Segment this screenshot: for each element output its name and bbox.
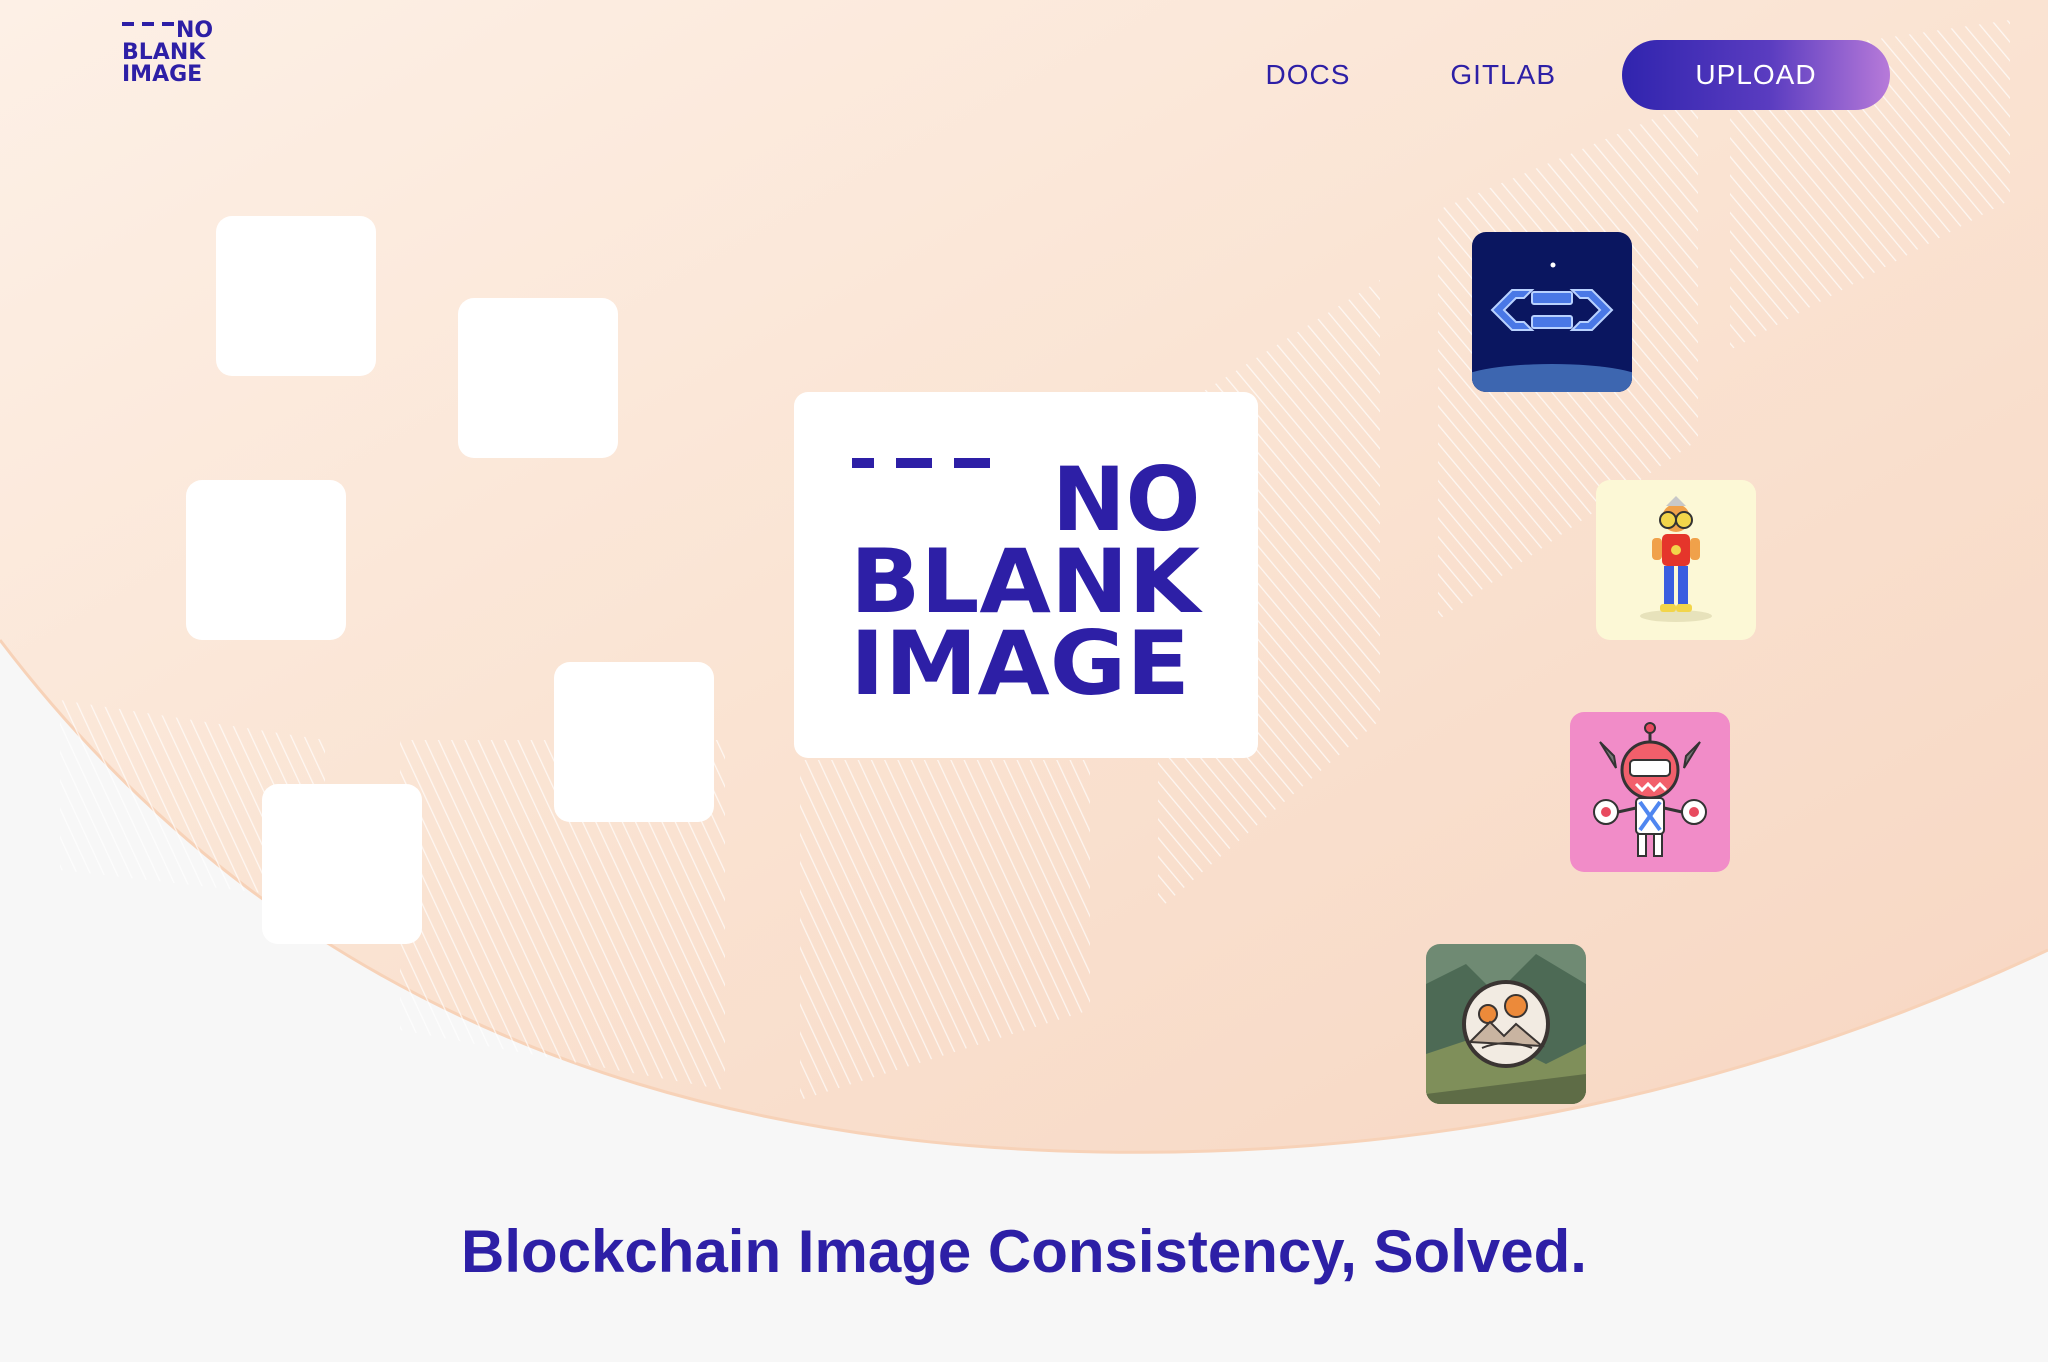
blank-tile: [216, 216, 376, 376]
nft-tile-csd[interactable]: [1472, 232, 1632, 392]
logo-word-image: IMAGE: [122, 62, 203, 87]
top-nav: DOCS GITLAB UPLOAD: [1266, 40, 1890, 110]
nft-tile-robot[interactable]: [1570, 712, 1730, 872]
header-logo[interactable]: NO BLANK IMAGE: [122, 20, 222, 86]
mountain-badge-icon: [1426, 944, 1586, 1104]
nav-docs-link[interactable]: DOCS: [1266, 59, 1351, 91]
landing-page: NO BLANK IMAGE DOCS GITLAB UPLOAD NO BLA…: [0, 0, 2048, 1362]
hero-tagline: Blockchain Image Consistency, Solved.: [461, 1218, 1587, 1285]
logo-word-blank: BLANK: [122, 40, 206, 65]
blank-tile: [262, 784, 422, 944]
chain-logo-icon: [1472, 232, 1632, 392]
character-icon: [1596, 480, 1756, 640]
blank-tile: [554, 662, 714, 822]
hero-logo-card: NO BLANK IMAGE: [794, 392, 1258, 758]
no-blank-image-logo: NO BLANK IMAGE: [850, 456, 1203, 696]
upload-button[interactable]: UPLOAD: [1622, 40, 1890, 110]
blank-tile: [186, 480, 346, 640]
blank-tile: [458, 298, 618, 458]
robot-icon: [1570, 712, 1730, 872]
nav-gitlab-link[interactable]: GITLAB: [1450, 59, 1556, 91]
logo-word-no: NO: [176, 18, 214, 43]
hero-logo-image: IMAGE: [850, 612, 1190, 696]
nft-tile-landscape[interactable]: [1426, 944, 1586, 1104]
nft-tile-character[interactable]: [1596, 480, 1756, 640]
logo-dashes: [122, 22, 174, 26]
